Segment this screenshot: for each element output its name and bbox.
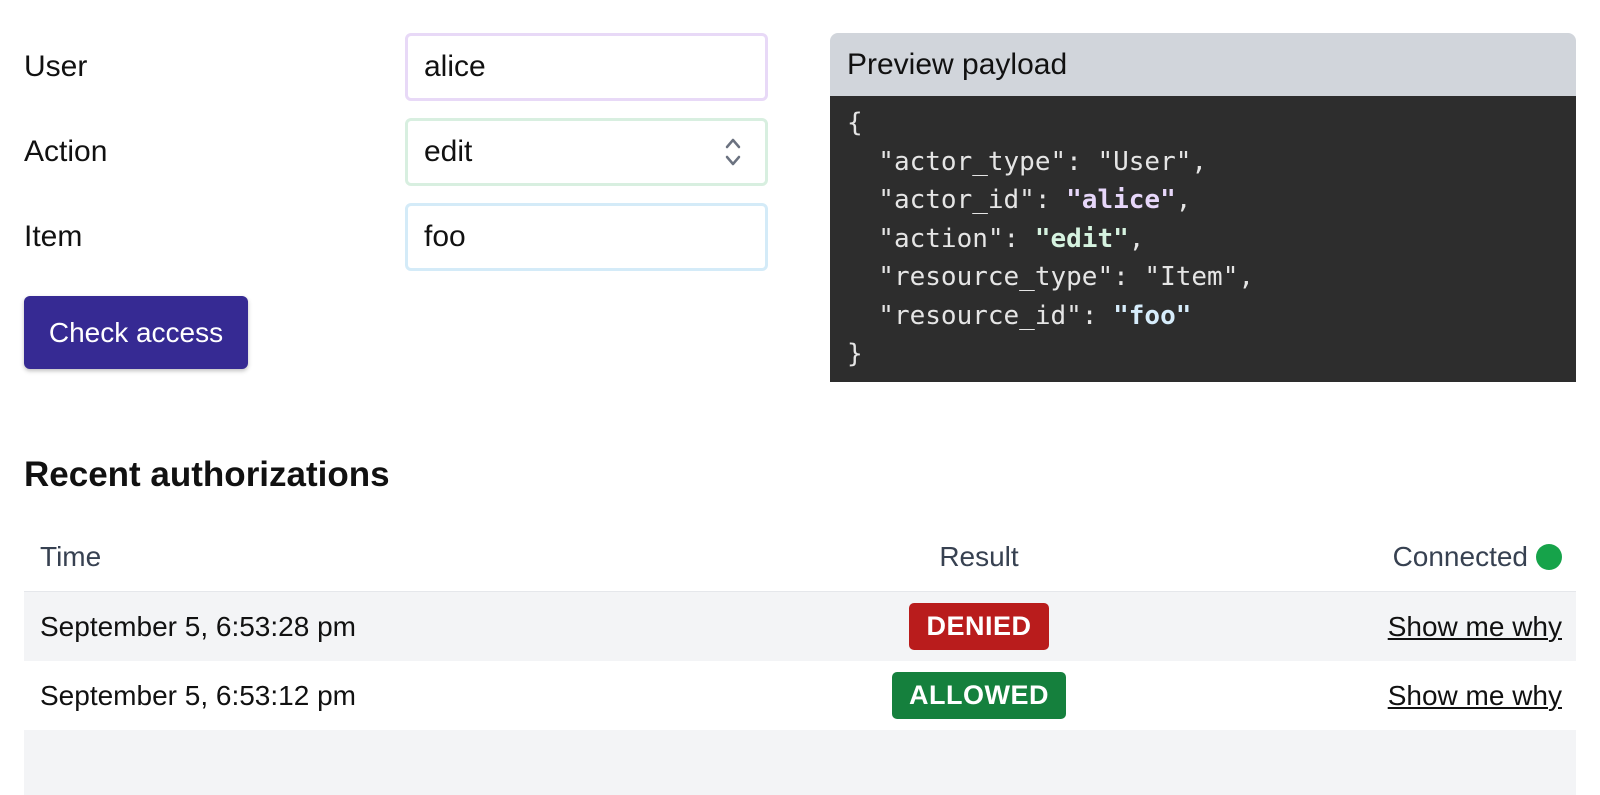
page: User alice Action edit Item foo Check ac…: [0, 0, 1600, 795]
code-val-resource-type: "Item": [1144, 262, 1239, 292]
code-key-actor-id: "actor_id":: [847, 185, 1067, 215]
code-key-resource-id: "resource_id":: [847, 300, 1114, 331]
action-row: Action edit: [24, 118, 768, 186]
result-badge-allowed: ALLOWED: [892, 672, 1066, 719]
action-select-value: edit: [424, 135, 473, 168]
item-input[interactable]: foo: [405, 203, 768, 271]
table-header: Time Result Connected: [24, 523, 1576, 592]
action-select[interactable]: edit: [405, 118, 768, 186]
check-access-button[interactable]: Check access: [24, 296, 248, 369]
user-row: User alice: [24, 33, 768, 101]
user-input-value: alice: [424, 50, 486, 83]
row-result: ALLOWED: [644, 672, 1314, 719]
result-badge-denied: DENIED: [909, 603, 1049, 650]
code-val-actor-type: "User": [1097, 146, 1192, 177]
code-key-action: "action":: [847, 223, 1035, 254]
item-row: Item foo: [24, 203, 768, 271]
row-time: September 5, 6:53:12 pm: [40, 679, 356, 711]
code-comma: ,: [1191, 146, 1208, 177]
table-body: September 5, 6:53:28 pm DENIED Show me w…: [24, 592, 1576, 795]
table-row: September 5, 6:53:12 pm ALLOWED Show me …: [24, 661, 1576, 730]
status-dot-icon: [1536, 544, 1562, 570]
code-comma: ,: [1238, 262, 1254, 292]
code-key-resource-type: "resource_type":: [847, 262, 1145, 292]
preview-title: Preview payload: [830, 33, 1576, 96]
chevron-up-down-icon: [725, 138, 741, 166]
code-val-actor-id: "alice": [1066, 185, 1176, 215]
row-link-cell: Show me why: [1314, 611, 1576, 643]
item-input-value: foo: [424, 220, 466, 253]
recent-authorizations-heading: Recent authorizations: [24, 455, 390, 494]
row-link-cell: Show me why: [1314, 680, 1576, 712]
column-header-result: Result: [939, 541, 1019, 572]
recent-authorizations-table: Time Result Connected September 5, 6:53:…: [24, 523, 1576, 795]
show-me-why-link[interactable]: Show me why: [1388, 611, 1562, 643]
user-input[interactable]: alice: [405, 33, 768, 101]
code-key-actor-type: "actor_type":: [847, 146, 1098, 177]
row-result: DENIED: [644, 603, 1314, 650]
table-row: September 5, 6:53:28 pm DENIED Show me w…: [24, 592, 1576, 661]
column-header-time: Time: [40, 541, 102, 572]
user-label: User: [24, 50, 88, 83]
code-open-brace: {: [847, 108, 863, 138]
action-label: Action: [24, 135, 108, 168]
connection-status-label: Connected: [1392, 541, 1528, 572]
preview-code-block: { "actor_type": "User", "actor_id": "ali…: [830, 96, 1576, 382]
code-val-action: "edit": [1034, 223, 1129, 254]
code-close-brace: }: [847, 339, 863, 369]
show-me-why-link[interactable]: Show me why: [1388, 680, 1562, 712]
row-time: September 5, 6:53:28 pm: [40, 610, 356, 642]
code-val-resource-id: "foo": [1113, 300, 1192, 331]
code-comma: ,: [1128, 223, 1145, 254]
item-label: Item: [24, 220, 83, 253]
connection-status: Connected: [1314, 541, 1576, 573]
code-comma: ,: [1175, 185, 1192, 215]
access-check-form: User alice Action edit Item foo Check ac…: [24, 33, 768, 369]
preview-panel: Preview payload { "actor_type": "User", …: [830, 33, 1576, 382]
